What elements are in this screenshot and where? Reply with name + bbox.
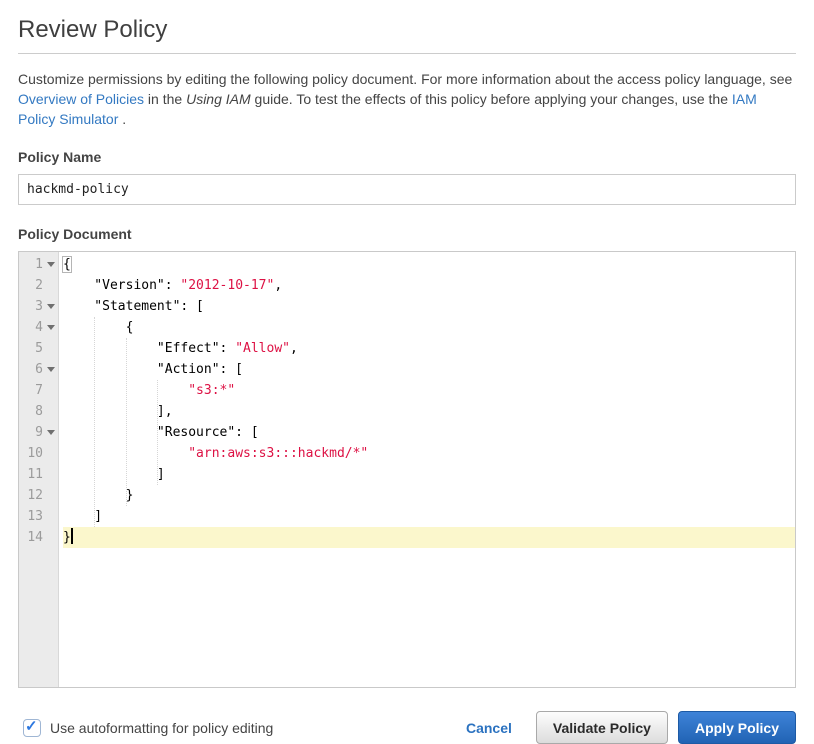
fold-toggle-icon[interactable] (47, 304, 55, 309)
code-token: "Resource": [ (63, 425, 259, 440)
autoformat-option[interactable]: ✓ Use autoformatting for policy editing (18, 719, 273, 737)
autoformat-checkbox[interactable]: ✓ (23, 719, 41, 737)
intro-part4: . (118, 111, 126, 127)
code-token: ], (63, 404, 173, 419)
check-icon: ✓ (25, 718, 38, 736)
line-number[interactable]: 5 (19, 338, 58, 359)
code-line[interactable]: ] (63, 464, 795, 485)
policy-document-editor[interactable]: 1234567891011121314 { "Version": "2012-1… (18, 251, 796, 688)
code-token: { (63, 320, 133, 335)
intro-italic-using-iam: Using IAM (186, 91, 251, 107)
line-number[interactable]: 2 (19, 275, 58, 296)
line-number[interactable]: 7 (19, 380, 58, 401)
code-line[interactable]: ] (63, 506, 795, 527)
line-number[interactable]: 14 (19, 527, 58, 548)
editor-code-area[interactable]: { "Version": "2012-10-17", "Statement": … (59, 252, 795, 687)
code-line[interactable]: "Effect": "Allow", (63, 338, 795, 359)
line-number[interactable]: 8 (19, 401, 58, 422)
intro-text: Customize permissions by editing the fol… (18, 69, 796, 129)
line-number[interactable]: 9 (19, 422, 58, 443)
fold-toggle-icon[interactable] (47, 430, 55, 435)
code-line[interactable]: { (63, 254, 795, 275)
code-token: ] (63, 467, 165, 482)
code-token: } (63, 488, 133, 503)
intro-part1: Customize permissions by editing the fol… (18, 71, 792, 87)
policy-name-input[interactable] (18, 174, 796, 205)
intro-part3: guide. To test the effects of this polic… (251, 91, 732, 107)
code-token: "Effect": (63, 341, 235, 356)
page-title: Review Policy (18, 16, 796, 44)
code-token (63, 446, 188, 461)
code-token: "Statement": [ (63, 299, 204, 314)
code-token: } (63, 530, 71, 545)
code-line[interactable]: ], (63, 401, 795, 422)
code-token-string: "arn:aws:s3:::hackmd/*" (188, 446, 368, 461)
title-divider (18, 53, 796, 54)
code-line[interactable]: } (63, 485, 795, 506)
line-number[interactable]: 12 (19, 485, 58, 506)
code-line[interactable]: "Version": "2012-10-17", (63, 275, 795, 296)
code-line[interactable]: "arn:aws:s3:::hackmd/*" (63, 443, 795, 464)
code-line[interactable]: } (63, 527, 795, 548)
cancel-link[interactable]: Cancel (466, 720, 512, 736)
line-number[interactable]: 11 (19, 464, 58, 485)
code-token: ] (63, 509, 102, 524)
fold-toggle-icon[interactable] (47, 262, 55, 267)
line-number[interactable]: 6 (19, 359, 58, 380)
code-line[interactable]: "s3:*" (63, 380, 795, 401)
line-number[interactable]: 4 (19, 317, 58, 338)
intro-part2: in the (144, 91, 186, 107)
code-token: "Action": [ (63, 362, 243, 377)
review-policy-page: Review Policy Customize permissions by e… (0, 0, 814, 744)
code-token: "Version": (63, 278, 180, 293)
fold-toggle-icon[interactable] (47, 325, 55, 330)
code-token: , (274, 278, 282, 293)
code-line[interactable]: "Action": [ (63, 359, 795, 380)
autoformat-label: Use autoformatting for policy editing (50, 720, 273, 736)
code-token: { (63, 257, 71, 272)
code-token: , (290, 341, 298, 356)
editor-gutter: 1234567891011121314 (19, 252, 59, 687)
code-token-string: "2012-10-17" (180, 278, 274, 293)
apply-policy-button[interactable]: Apply Policy (678, 711, 796, 744)
code-token (63, 383, 188, 398)
line-number[interactable]: 13 (19, 506, 58, 527)
footer-bar: ✓ Use autoformatting for policy editing … (18, 711, 796, 744)
footer-actions: Cancel Validate Policy Apply Policy (466, 711, 796, 744)
policy-name-label: Policy Name (18, 149, 796, 165)
line-number[interactable]: 10 (19, 443, 58, 464)
code-line[interactable]: { (63, 317, 795, 338)
overview-of-policies-link[interactable]: Overview of Policies (18, 91, 144, 107)
line-number[interactable]: 3 (19, 296, 58, 317)
code-line[interactable]: "Resource": [ (63, 422, 795, 443)
code-token-string: "Allow" (235, 341, 290, 356)
line-number[interactable]: 1 (19, 254, 58, 275)
code-line[interactable]: "Statement": [ (63, 296, 795, 317)
policy-document-label: Policy Document (18, 226, 796, 242)
code-token-string: "s3:*" (188, 383, 235, 398)
text-cursor (71, 528, 73, 544)
validate-policy-button[interactable]: Validate Policy (536, 711, 668, 744)
fold-toggle-icon[interactable] (47, 367, 55, 372)
